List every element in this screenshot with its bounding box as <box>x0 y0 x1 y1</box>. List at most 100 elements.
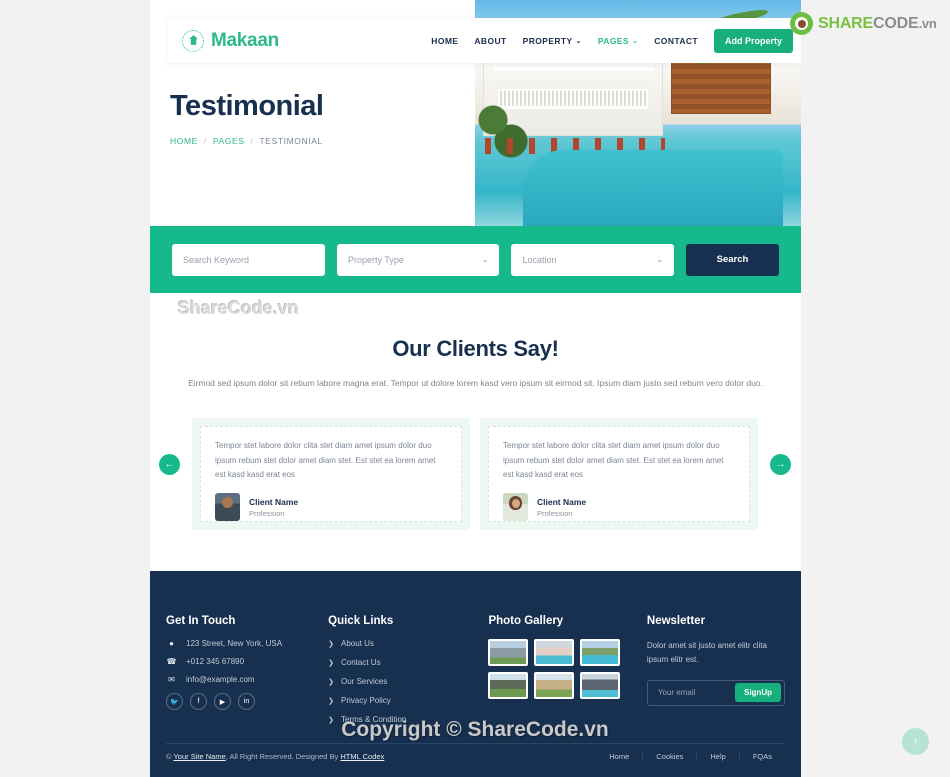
chevron-right-icon: ❯ <box>328 659 335 667</box>
add-property-button[interactable]: Add Property <box>713 28 793 53</box>
nav-item-home[interactable]: HOME <box>431 36 458 46</box>
sharecode-watermark-copyright: Copyright © ShareCode.vn <box>341 718 609 741</box>
newsletter-email-input[interactable]: Your email <box>658 688 735 697</box>
newsletter-form: Your email SignUp <box>646 679 785 706</box>
breadcrumb-separator: / <box>250 136 254 146</box>
main-navbar: Makaan HOME ABOUT PROPERTY ⌄ PAGES ⌄ CON… <box>168 18 801 63</box>
copyright-mid: , All Right Reserved. Designed By <box>225 752 341 761</box>
gallery-thumb[interactable] <box>488 672 529 699</box>
newsletter-text: Dolor amet sit justo amet elitr clita ip… <box>646 641 767 665</box>
nav-links: HOME ABOUT PROPERTY ⌄ PAGES ⌄ CONTACT Ad… <box>431 28 801 53</box>
footer-bottom-bar: © Your Site Name, All Right Reserved. De… <box>166 743 785 769</box>
footer-heading-newsletter: Newsletter <box>646 615 706 627</box>
footer-bottom-links: Home Cookies Help FQAs <box>596 752 785 761</box>
house-seal-icon <box>182 29 204 52</box>
search-button[interactable]: Search <box>685 243 779 276</box>
testimonial-card-inner: Tempor stet labore dolor clita stet diam… <box>488 425 750 522</box>
footer-link-our-services[interactable]: ❯ Our Services <box>328 677 475 686</box>
footer-email-row: ✉ info@example.com <box>166 675 315 684</box>
property-type-select[interactable]: Property Type ⌄ <box>337 243 500 276</box>
chevron-right-icon: ❯ <box>328 640 335 648</box>
nav-item-property-label: PROPERTY <box>522 35 573 46</box>
footer-quick-links: Quick Links ❯ About Us ❯ Contact Us ❯ Ou… <box>328 615 475 734</box>
footer-bottom-link-fqas[interactable]: FQAs <box>738 752 785 761</box>
testimonial-carousel: ← Tempor stet labore dolor clita stet di… <box>150 417 801 530</box>
section-subtitle: Eirmod sed ipsum dolor sit rebum labore … <box>188 378 763 388</box>
linkedin-icon[interactable]: in <box>238 693 255 710</box>
testimonial-author-role: Profession <box>537 508 573 518</box>
watermark-tld-text: .vn <box>918 15 937 31</box>
nav-item-property[interactable]: PROPERTY ⌄ <box>523 36 582 46</box>
footer-link-label: Privacy Policy <box>341 696 391 705</box>
footer-bottom-link-cookies[interactable]: Cookies <box>642 752 696 761</box>
footer-email: info@example.com <box>186 675 255 684</box>
search-keyword-placeholder: Search Keyword <box>183 254 250 265</box>
footer-link-label: About Us <box>341 639 374 648</box>
search-keyword-input[interactable]: Search Keyword <box>172 243 325 276</box>
brand-logo[interactable]: Makaan <box>168 29 279 52</box>
footer-phone: +012 345 67890 <box>186 657 245 666</box>
testimonial-author-name: Client Name <box>537 496 587 507</box>
testimonial-card: Tempor stet labore dolor clita stet diam… <box>192 417 470 530</box>
testimonial-author: Client Name Profession <box>503 493 735 522</box>
page-title: Testimonial <box>170 90 324 122</box>
nav-item-home-label: HOME <box>431 35 459 46</box>
carousel-prev-button[interactable]: ← <box>159 453 180 475</box>
sharecode-watermark-mid: ShareCode.vn <box>178 298 300 318</box>
footer-link-contact-us[interactable]: ❯ Contact Us <box>328 658 475 667</box>
envelope-icon: ✉ <box>168 675 175 684</box>
phone-icon: ☎ <box>166 657 177 666</box>
testimonial-author: Client Name Profession <box>215 493 447 522</box>
footer-phone-row: ☎ +012 345 67890 <box>166 657 315 666</box>
carousel-next-button[interactable]: → <box>770 453 791 475</box>
chevron-down-icon: ⌄ <box>481 255 489 264</box>
youtube-icon[interactable]: ▶ <box>214 693 231 710</box>
footer-heading-quick-links: Quick Links <box>328 615 394 627</box>
page-root: Makaan HOME ABOUT PROPERTY ⌄ PAGES ⌄ CON… <box>0 0 950 777</box>
footer-address-row: ● 123 Street, New York, USA <box>166 639 315 648</box>
site-container: Makaan HOME ABOUT PROPERTY ⌄ PAGES ⌄ CON… <box>150 0 801 777</box>
watermark-share-text: SHARE <box>818 14 874 32</box>
breadcrumb-item-pages[interactable]: PAGES <box>213 136 245 146</box>
designer-link[interactable]: HTML Codex <box>340 752 384 761</box>
footer-link-privacy-policy[interactable]: ❯ Privacy Policy <box>328 696 475 705</box>
footer-link-label: Our Services <box>341 677 388 686</box>
footer-columns: Get In Touch ● 123 Street, New York, USA… <box>150 571 801 734</box>
chevron-down-icon: ⌄ <box>575 37 582 45</box>
avatar <box>503 493 528 522</box>
nav-item-about-label: ABOUT <box>474 35 507 46</box>
breadcrumb-separator: / <box>203 136 207 146</box>
watermark-code-text: CODE <box>873 14 919 32</box>
nav-item-about[interactable]: ABOUT <box>474 36 506 46</box>
footer-bottom-link-home[interactable]: Home <box>596 752 642 761</box>
chevron-down-icon: ⌄ <box>632 37 639 45</box>
avatar <box>215 493 240 522</box>
gallery-thumb[interactable] <box>488 639 529 666</box>
gallery-thumb[interactable] <box>580 639 621 666</box>
signup-button[interactable]: SignUp <box>734 683 781 703</box>
breadcrumb-item-testimonial: TESTIMONIAL <box>259 136 323 146</box>
gallery-thumb[interactable] <box>580 672 621 699</box>
footer-address: 123 Street, New York, USA <box>186 639 283 648</box>
gallery-thumb[interactable] <box>534 639 575 666</box>
nav-item-pages[interactable]: PAGES ⌄ <box>598 36 638 46</box>
footer-get-in-touch: Get In Touch ● 123 Street, New York, USA… <box>166 615 315 734</box>
brand-name: Makaan <box>211 29 279 51</box>
footer-link-about-us[interactable]: ❯ About Us <box>328 639 475 648</box>
location-select[interactable]: Location ⌄ <box>511 243 674 276</box>
footer-heading-contact: Get In Touch <box>166 615 236 627</box>
location-value: Location <box>522 254 557 265</box>
breadcrumb-item-home[interactable]: HOME <box>170 136 198 146</box>
gallery-thumb[interactable] <box>534 672 575 699</box>
nav-item-contact[interactable]: CONTACT <box>654 36 698 46</box>
twitter-icon[interactable]: 🐦 <box>166 693 183 710</box>
facebook-icon[interactable]: f <box>190 693 207 710</box>
testimonial-card: Tempor stet labore dolor clita stet diam… <box>480 417 758 530</box>
site-name-link[interactable]: Your Site Name <box>173 752 225 761</box>
property-type-value: Property Type <box>348 254 404 265</box>
page-gutter-right <box>801 0 950 777</box>
footer-bottom-link-help[interactable]: Help <box>696 752 738 761</box>
nav-item-contact-label: CONTACT <box>654 35 698 46</box>
testimonial-card-inner: Tempor stet labore dolor clita stet diam… <box>200 425 462 522</box>
sharecode-wordmark: SHARECODE.vn <box>818 15 937 33</box>
